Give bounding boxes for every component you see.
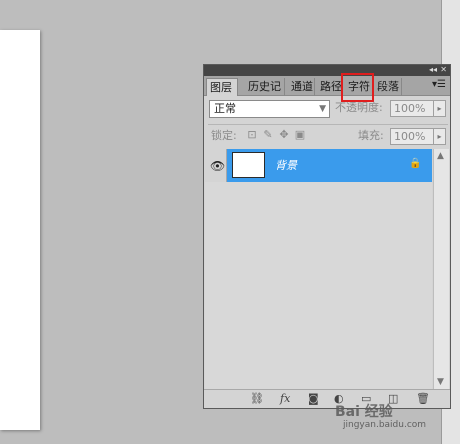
- panel-tab-bar: 图层 历史记 通道 路径 字符 段落 ▾☰: [204, 76, 450, 96]
- tab-paragraph[interactable]: 段落: [374, 78, 402, 96]
- tab-channels[interactable]: 通道: [288, 78, 315, 96]
- tab-history[interactable]: 历史记: [245, 78, 285, 96]
- collapse-icon[interactable]: ◂◂: [429, 65, 437, 76]
- fill-slider-arrow[interactable]: ▸: [433, 128, 446, 145]
- layer-thumbnail: [232, 152, 265, 178]
- scroll-down-icon[interactable]: ▼: [437, 377, 444, 387]
- link-icon[interactable]: ⛓: [250, 392, 264, 406]
- watermark-brand: Bai 经验: [335, 404, 393, 420]
- layer-lock-icon: 🔒: [409, 158, 422, 169]
- layers-list: 👁 背景 🔒: [205, 149, 432, 389]
- fill-field[interactable]: 100%: [390, 128, 435, 145]
- eye-icon: 👁: [210, 159, 226, 173]
- tab-paths[interactable]: 路径: [317, 78, 342, 96]
- chevron-down-icon: ▼: [319, 104, 326, 114]
- mask-icon[interactable]: ◙: [308, 392, 319, 406]
- fill-label: 填充:: [358, 129, 384, 142]
- watermark-url: jingyan.baidu.com: [343, 420, 427, 430]
- brush-icon[interactable]: ✎: [262, 128, 274, 142]
- panel-menu-icon[interactable]: ▾☰: [432, 79, 446, 90]
- tab-character[interactable]: 字符: [345, 78, 373, 96]
- move-icon[interactable]: ✥: [278, 128, 290, 142]
- scroll-up-icon[interactable]: ▲: [437, 151, 444, 161]
- opacity-field[interactable]: 100%: [390, 100, 435, 117]
- document-canvas[interactable]: [0, 30, 40, 430]
- lock-all-icon[interactable]: ▣: [294, 128, 306, 142]
- lock-row: 锁定: ⊡ ✎ ✥ ▣ 填充: 100% ▸: [204, 125, 450, 147]
- panel-title-bar: ◂◂ ✕: [204, 65, 450, 76]
- layer-row-background[interactable]: 👁 背景 🔒: [205, 149, 432, 182]
- lock-label: 锁定:: [211, 129, 237, 142]
- opacity-slider-arrow[interactable]: ▸: [433, 100, 446, 117]
- layer-name[interactable]: 背景: [275, 157, 297, 173]
- transparent-pixels-lock-icon[interactable]: ⊡: [246, 128, 258, 142]
- blend-row: 正常 ▼ 不透明度: 100% ▸: [204, 96, 450, 122]
- panel-bottom-bar: ⛓ fx ◙ ◐ ▭ ◫ 🗑: [204, 389, 450, 408]
- tab-layers[interactable]: 图层: [206, 78, 238, 96]
- trash-icon[interactable]: 🗑: [416, 392, 430, 406]
- layers-panel: ◂◂ ✕ 图层 历史记 通道 路径 字符 段落 ▾☰ 正常 ▼ 不透明度: 10…: [203, 64, 451, 409]
- layers-scrollbar[interactable]: ▲ ▼: [433, 149, 449, 389]
- opacity-label: 不透明度:: [335, 101, 383, 114]
- blend-mode-select[interactable]: 正常 ▼: [209, 100, 330, 118]
- blend-mode-value: 正常: [214, 102, 236, 115]
- fx-icon[interactable]: fx: [280, 392, 290, 406]
- visibility-toggle[interactable]: 👁: [205, 149, 227, 182]
- close-icon[interactable]: ✕: [440, 65, 447, 76]
